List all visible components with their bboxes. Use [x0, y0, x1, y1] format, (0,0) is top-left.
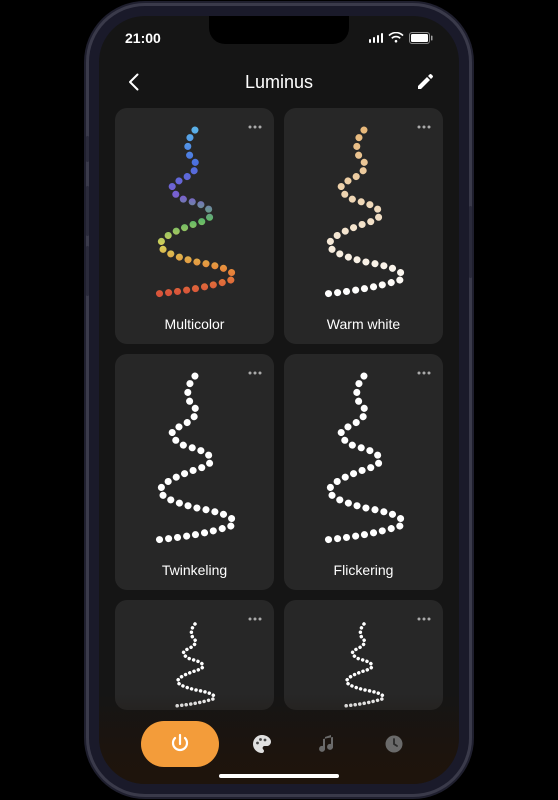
status-time: 21:00 [125, 30, 161, 46]
clock-icon [383, 733, 405, 755]
status-indicators [369, 32, 434, 44]
page-title: Luminus [245, 72, 313, 93]
power-icon [168, 732, 192, 756]
tab-bar [125, 712, 433, 776]
preset-label: Flickering [334, 562, 394, 578]
music-note-icon [317, 733, 339, 755]
cellular-signal-icon [369, 33, 384, 43]
phone-volume-down [86, 246, 89, 296]
phone-volume-up [86, 186, 89, 236]
phone-silence-switch [86, 136, 89, 162]
card-menu-button[interactable] [413, 608, 435, 630]
tab-power[interactable] [141, 721, 219, 767]
phone-power-button [469, 206, 472, 278]
content-area: Multicolor [99, 108, 459, 784]
home-indicator[interactable] [219, 774, 339, 778]
phone-screen: 21:00 Luminus [99, 16, 459, 784]
tab-music[interactable] [305, 721, 351, 767]
back-button[interactable] [121, 70, 145, 94]
tree-preview-warm-white [304, 122, 424, 302]
tab-palette[interactable] [239, 721, 285, 767]
tree-preview-twinkling [135, 368, 255, 548]
preset-label: Multicolor [165, 316, 225, 332]
palette-icon [250, 732, 274, 756]
app-header: Luminus [99, 60, 459, 104]
preset-card-multicolor[interactable]: Multicolor [115, 108, 274, 344]
edit-button[interactable] [413, 70, 437, 94]
preset-label: Warm white [327, 316, 400, 332]
preset-card-twinkling[interactable]: Twinkeling [115, 354, 274, 590]
more-horizontal-icon [248, 617, 262, 621]
preset-label: Twinkeling [162, 562, 227, 578]
preset-card-warm-white[interactable]: Warm white [284, 108, 443, 344]
tab-timer[interactable] [371, 721, 417, 767]
preset-grid: Multicolor [115, 108, 443, 710]
phone-notch [209, 16, 349, 44]
tree-preview-flickering [304, 368, 424, 548]
card-menu-button[interactable] [244, 608, 266, 630]
phone-frame: 21:00 Luminus [89, 6, 469, 794]
more-horizontal-icon [417, 617, 431, 621]
tree-preview-multicolor [135, 122, 255, 302]
preset-card-flickering[interactable]: Flickering [284, 354, 443, 590]
chevron-left-icon [128, 73, 139, 91]
wifi-icon [388, 32, 404, 44]
pencil-icon [416, 73, 434, 91]
battery-icon [409, 32, 433, 44]
